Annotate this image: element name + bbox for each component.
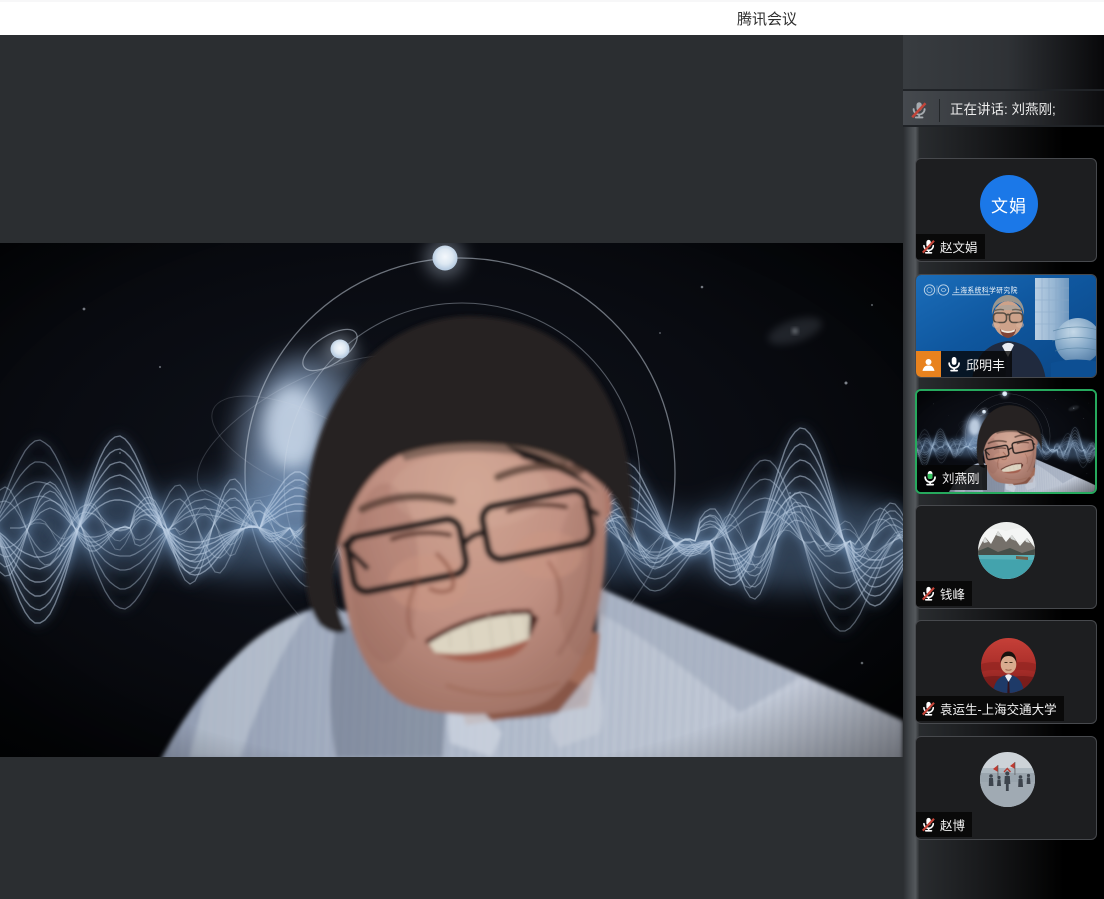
svg-text:上海系统科学研究院: 上海系统科学研究院	[953, 286, 1018, 295]
